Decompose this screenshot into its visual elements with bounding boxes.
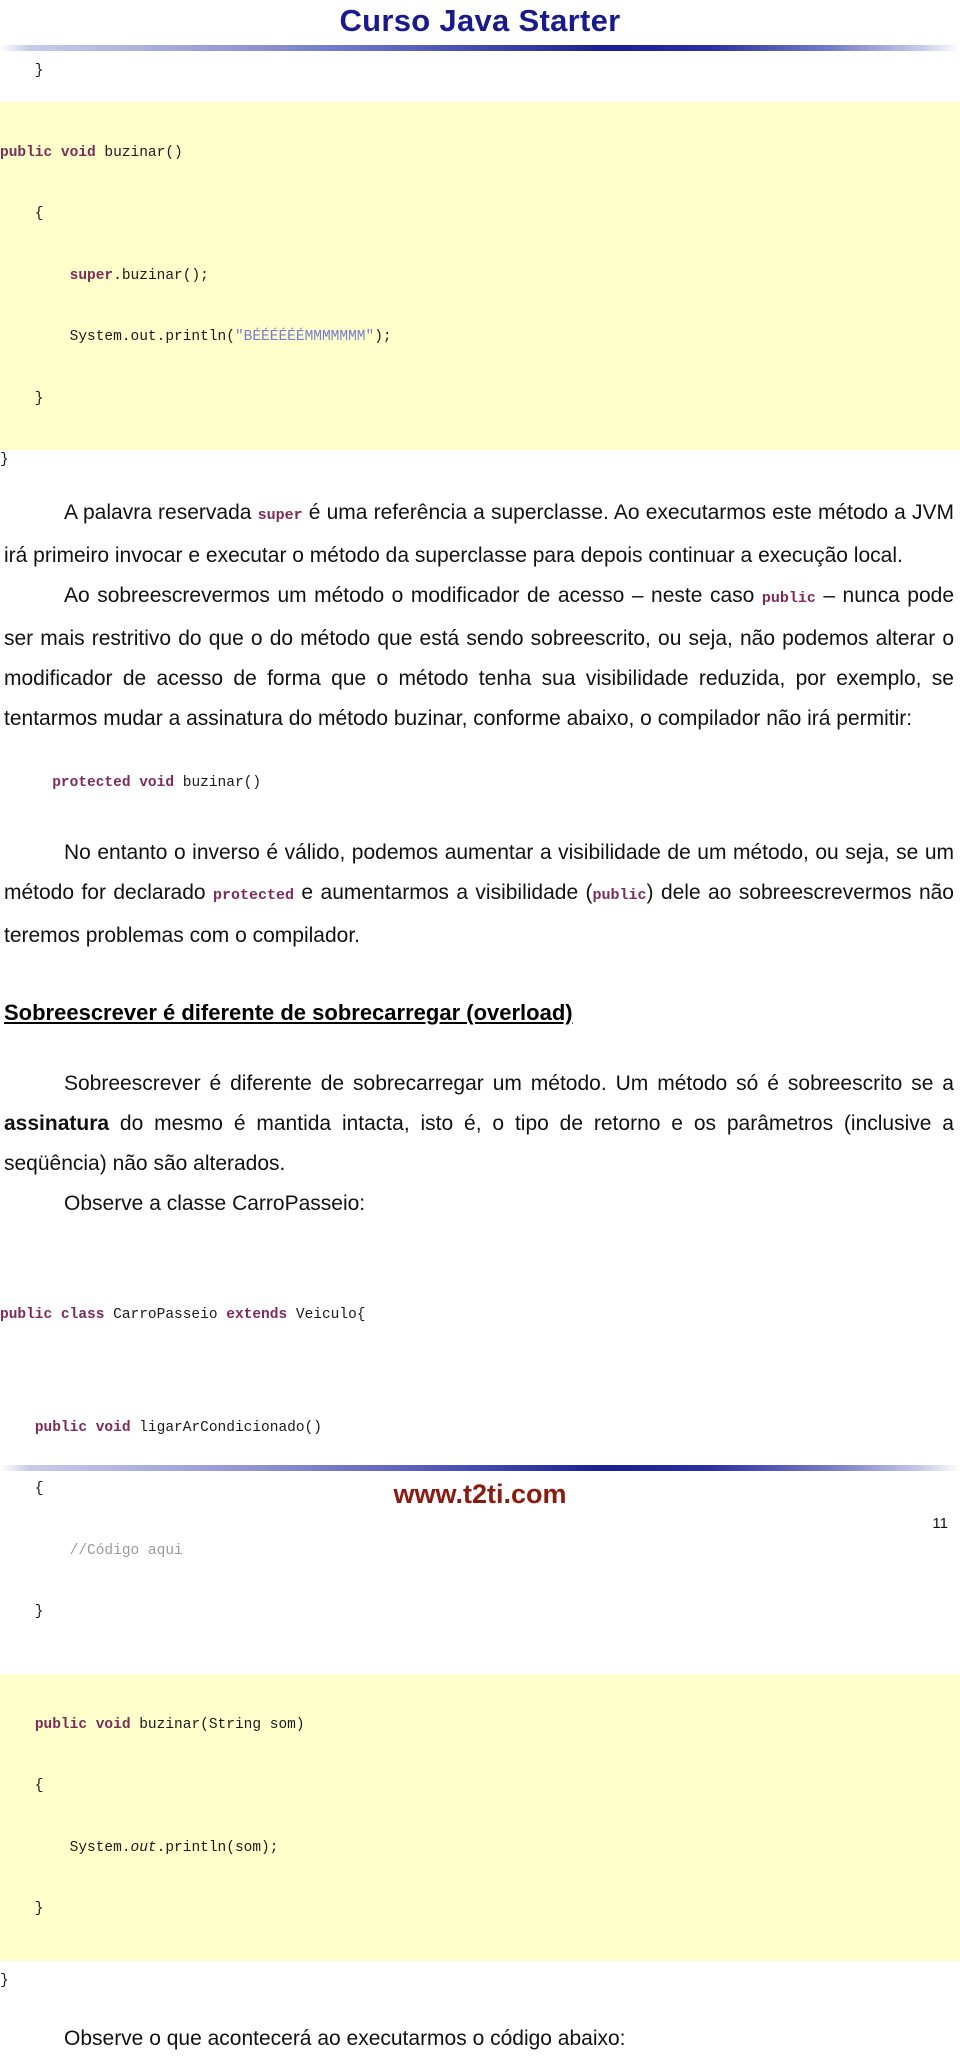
code-line: } — [0, 1901, 44, 1917]
code-keyword: protected void — [52, 774, 175, 791]
code-line: super.buzinar(); — [0, 266, 960, 287]
code-line-println: System.out.println(som); — [0, 1838, 960, 1859]
code-string-literal: "BÉÉÉÉÉÉMMMMMMM" — [234, 329, 375, 345]
code-keyword: public void — [34, 1716, 131, 1733]
code-line-class-closing-brace: } — [0, 1972, 9, 1989]
code-line-comment: //Código aqui — [0, 1542, 183, 1559]
code-line-closing-brace-outer: } — [0, 63, 44, 79]
code-text: .buzinar(); — [113, 267, 209, 284]
page-title: Curso Java Starter — [339, 3, 621, 38]
emphasis-assinatura: assinatura — [4, 1112, 110, 1135]
code-line-protected-signature: protected void buzinar() — [0, 773, 960, 794]
paragraph-text: do mesmo é mantida intacta, isto é, o ti… — [4, 1112, 954, 1175]
code-line: { — [0, 1778, 44, 1794]
code-line: System.out.println("BÉÉÉÉÉÉMMMMMMM"); — [0, 327, 960, 348]
paragraph-text: Sobreescrever é diferente de sobrecarreg… — [64, 1072, 954, 1095]
page-number: 11 — [932, 1515, 948, 1532]
code-text: CarroPasseio — [104, 1307, 227, 1323]
code-text: System. — [0, 1839, 131, 1856]
inline-keyword-public: public — [761, 589, 816, 607]
code-text: System.out.println( — [0, 329, 235, 345]
paragraph-text: A palavra reservada — [64, 500, 258, 524]
document-content: } public void buzinar() { super.buzinar(… — [0, 51, 960, 2059]
code-block-buzinar-override: public void buzinar() { super.buzinar();… — [0, 101, 960, 450]
code-field-out: out — [130, 1839, 157, 1856]
code-keyword: public class — [0, 1307, 105, 1323]
section-heading-overload: Sobreescrever é diferente de sobrecarreg… — [4, 1000, 573, 1025]
paragraph-observe-output: Observe o que acontecerá ao executarmos … — [64, 2027, 626, 2050]
paragraph-access-modifier: Ao sobreescrevermos um método o modifica… — [0, 576, 960, 739]
code-text: buzinar() — [174, 774, 262, 791]
code-text: buzinar(String som) — [130, 1716, 305, 1733]
inline-keyword-super: super — [257, 506, 303, 524]
code-keyword: public void — [34, 1419, 131, 1436]
code-keyword: super — [69, 267, 114, 284]
page-footer: www.t2ti.com 11 — [0, 1465, 960, 1533]
code-line-class-declaration: public class CarroPasseio extends Veicul… — [0, 1305, 960, 1326]
code-line: } — [0, 1604, 44, 1620]
code-block-buzinar-overload: public void buzinar(String som) { System… — [0, 1673, 960, 1961]
footer-site-url: www.t2ti.com — [393, 1479, 567, 1509]
page-header: Curso Java Starter — [0, 0, 960, 51]
paragraph-text: Ao sobreescrevermos um método o modifica… — [64, 583, 762, 607]
paragraph-super-keyword: A palavra reservada super é uma referênc… — [0, 493, 960, 576]
inline-keyword-protected: protected — [213, 887, 295, 904]
code-line-closing-brace-class: } — [0, 452, 9, 468]
code-text: Veiculo{ — [287, 1307, 366, 1323]
code-block-carropasseio: public class CarroPasseio extends Veicul… — [0, 1264, 960, 1664]
code-keyword: public void — [0, 144, 96, 161]
code-line: { — [0, 206, 44, 222]
code-text: ligarArCondicionado() — [130, 1419, 322, 1436]
code-text: buzinar() — [95, 144, 183, 161]
code-text: .println(som); — [156, 1839, 279, 1856]
code-text: ); — [374, 329, 392, 345]
code-line: } — [0, 390, 44, 407]
code-line-method-ligarar: public void ligarArCondicionado() — [0, 1418, 960, 1439]
inline-keyword-public: public — [592, 887, 647, 904]
code-line: public void buzinar() — [0, 143, 960, 164]
paragraph-observe-class: Observe a classe CarroPasseio: — [64, 1192, 366, 1215]
paragraph-text: e aumentarmos a visibilidade ( — [294, 881, 593, 904]
paragraph-increase-visibility: No entanto o inverso é válido, podemos a… — [0, 833, 960, 956]
code-line-method-buzinar: public void buzinar(String som) — [0, 1715, 960, 1736]
code-keyword: extends — [226, 1307, 288, 1323]
paragraph-signature-definition: Sobreescrever é diferente de sobrecarreg… — [0, 1064, 960, 1184]
